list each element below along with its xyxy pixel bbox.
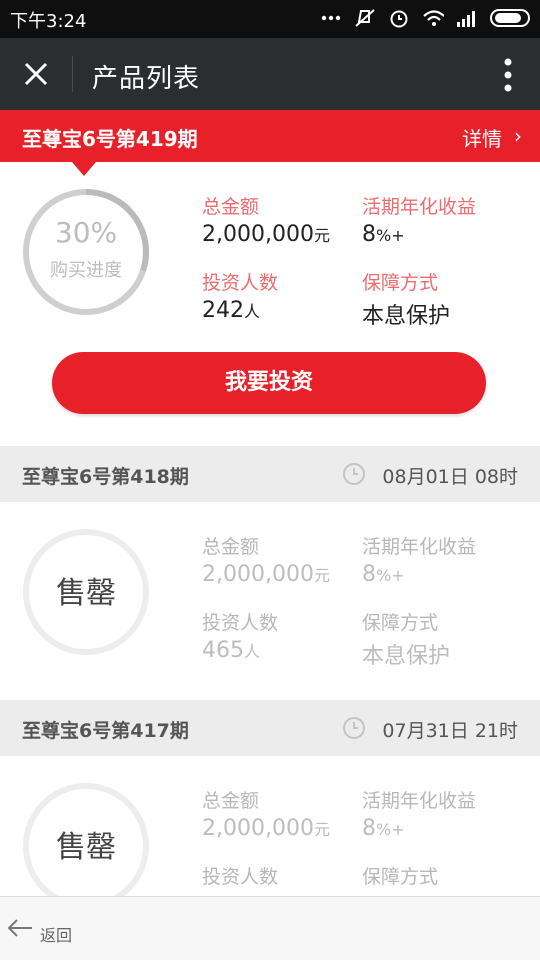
investors-value: 242人 <box>202 298 261 323</box>
more-menu-icon[interactable] <box>504 58 512 92</box>
detail-link[interactable]: 详情 <box>462 123 502 152</box>
product-datetime: 07月31日 21时 <box>382 720 518 742</box>
yield-label: 活期年化收益 <box>362 536 477 558</box>
soldout-label: 售罄 <box>56 830 116 865</box>
guarantee-label: 保障方式 <box>362 866 439 888</box>
product-header-active[interactable]: 至尊宝6号第419期 详情 › <box>0 110 540 176</box>
total-amount-label: 总金额 <box>202 790 260 812</box>
total-amount-label: 总金额 <box>202 536 260 558</box>
guarantee-value: 本息保护 <box>362 644 451 669</box>
status-time: 下午3:24 <box>10 11 87 32</box>
product-name: 至尊宝6号第418期 <box>22 466 189 488</box>
guarantee-label: 保障方式 <box>362 272 439 294</box>
clock-icon <box>342 462 366 486</box>
product-datetime: 08月01日 08时 <box>382 466 518 488</box>
investors-label: 投资人数 <box>202 866 279 888</box>
product-name: 至尊宝6号第419期 <box>22 127 198 151</box>
total-amount-label: 总金额 <box>202 196 260 218</box>
app-bar: 产品列表 <box>0 38 540 110</box>
total-amount-value: 2,000,000元 <box>202 562 330 587</box>
investors-label: 投资人数 <box>202 272 279 294</box>
header-pointer <box>72 162 96 176</box>
yield-value: 8%+ <box>362 562 405 587</box>
wifi-icon <box>422 8 444 28</box>
mute-icon <box>354 8 376 28</box>
product-header[interactable]: 至尊宝6号第417期 07月31日 21时 <box>0 700 540 756</box>
investors-label: 投资人数 <box>202 612 279 634</box>
product-name: 至尊宝6号第417期 <box>22 720 189 742</box>
soldout-label: 售罄 <box>56 576 116 611</box>
signal-icon <box>456 8 478 28</box>
product-header[interactable]: 至尊宝6号第418期 08月01日 08时 <box>0 446 540 502</box>
bottom-nav: 返回 <box>0 896 540 960</box>
back-button[interactable]: 返回 <box>40 922 72 946</box>
yield-value: 8%+ <box>362 816 405 841</box>
guarantee-label: 保障方式 <box>362 612 439 634</box>
product-card[interactable]: 售罄 总金额 2,000,000元 活期年化收益 8%+ 投资人数 保障方式 <box>0 756 540 896</box>
total-amount-value: 2,000,000元 <box>202 222 330 247</box>
yield-value: 8%+ <box>362 222 405 247</box>
invest-button[interactable]: 我要投资 <box>52 352 486 414</box>
progress-percent: 30% <box>54 216 118 249</box>
investors-value: 465人 <box>202 638 261 663</box>
progress-ring: 30% 购买进度 <box>22 188 150 316</box>
chevron-right-icon: › <box>514 124 522 148</box>
alarm-icon <box>388 8 410 28</box>
more-dots-icon <box>320 8 342 28</box>
status-icons <box>320 8 530 28</box>
battery-icon <box>490 9 530 27</box>
product-card[interactable]: 售罄 总金额 2,000,000元 活期年化收益 8%+ 投资人数 465人 保… <box>0 502 540 700</box>
yield-label: 活期年化收益 <box>362 790 477 812</box>
appbar-divider <box>72 56 73 92</box>
page-title: 产品列表 <box>92 64 201 94</box>
soldout-ring: 售罄 <box>22 528 150 656</box>
total-amount-value: 2,000,000元 <box>202 816 330 841</box>
soldout-ring: 售罄 <box>22 782 150 896</box>
status-bar: 下午3:24 <box>0 0 540 38</box>
close-icon[interactable] <box>18 56 54 92</box>
clock-icon <box>342 716 366 740</box>
guarantee-value: 本息保护 <box>362 304 451 329</box>
progress-label: 购买进度 <box>50 260 122 281</box>
yield-label: 活期年化收益 <box>362 196 477 218</box>
arrow-left-icon[interactable] <box>6 917 34 939</box>
